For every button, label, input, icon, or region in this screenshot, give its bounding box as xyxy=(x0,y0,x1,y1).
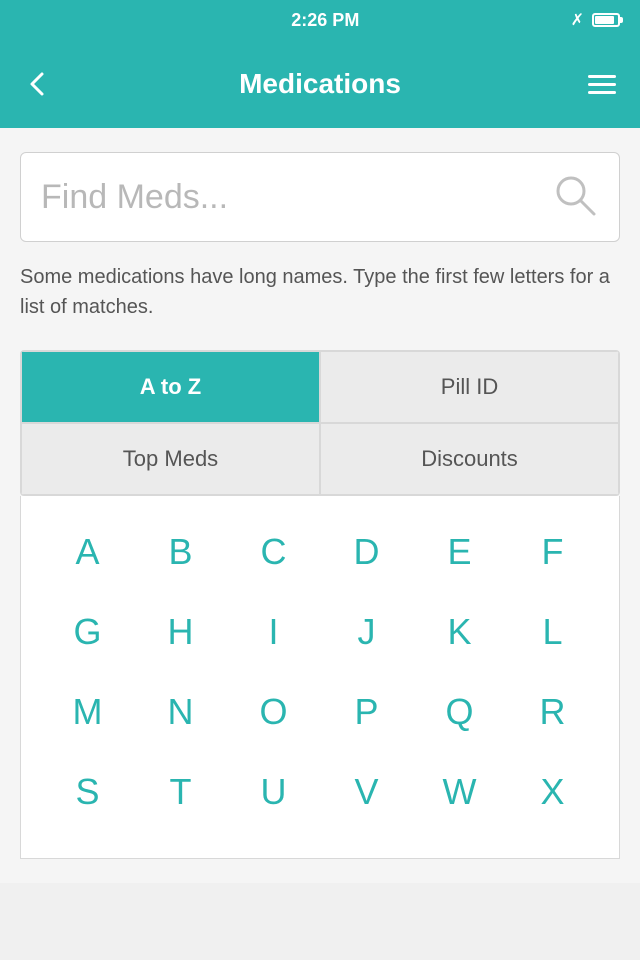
page-title: Medications xyxy=(239,68,401,100)
search-input[interactable] xyxy=(41,178,551,217)
nav-bar: Medications xyxy=(0,40,640,128)
menu-icon-line3 xyxy=(588,91,616,94)
alpha-cell-s[interactable]: S xyxy=(41,766,134,818)
alpha-cell-b[interactable]: B xyxy=(134,526,227,578)
alpha-cell-h[interactable]: H xyxy=(134,606,227,658)
tab-discounts[interactable]: Discounts xyxy=(320,423,619,495)
alpha-cell-u[interactable]: U xyxy=(227,766,320,818)
tab-top-meds[interactable]: Top Meds xyxy=(21,423,320,495)
alpha-cell-q[interactable]: Q xyxy=(413,686,506,738)
alpha-cell-l[interactable]: L xyxy=(506,606,599,658)
menu-button[interactable] xyxy=(588,75,616,94)
menu-icon-line2 xyxy=(588,83,616,86)
alpha-cell-x[interactable]: X xyxy=(506,766,599,818)
main-content: Some medications have long names. Type t… xyxy=(0,128,640,883)
status-icons: ✗ xyxy=(571,10,620,30)
alpha-cell-i[interactable]: I xyxy=(227,606,320,658)
search-hint: Some medications have long names. Type t… xyxy=(20,262,620,322)
alpha-cell-t[interactable]: T xyxy=(134,766,227,818)
search-icon xyxy=(551,171,599,224)
alpha-cell-v[interactable]: V xyxy=(320,766,413,818)
alpha-cell-a[interactable]: A xyxy=(41,526,134,578)
tab-grid: A to Z Pill ID Top Meds Discounts xyxy=(20,350,620,496)
alpha-cell-f[interactable]: F xyxy=(506,526,599,578)
status-time: 2:26 PM xyxy=(80,10,571,31)
alpha-cell-d[interactable]: D xyxy=(320,526,413,578)
menu-icon-line1 xyxy=(588,75,616,78)
alphabet-grid: ABCDEF GHIJKL MNOPQR STUVWX xyxy=(41,526,599,818)
alphabet-container: ABCDEF GHIJKL MNOPQR STUVWX xyxy=(20,496,620,859)
alpha-cell-n[interactable]: N xyxy=(134,686,227,738)
search-container xyxy=(20,152,620,242)
tab-pill-id[interactable]: Pill ID xyxy=(320,351,619,423)
alpha-cell-j[interactable]: J xyxy=(320,606,413,658)
alpha-cell-k[interactable]: K xyxy=(413,606,506,658)
status-bar: 2:26 PM ✗ xyxy=(0,0,640,40)
alpha-cell-m[interactable]: M xyxy=(41,686,134,738)
alpha-cell-w[interactable]: W xyxy=(413,766,506,818)
battery-icon xyxy=(592,13,620,27)
alpha-cell-r[interactable]: R xyxy=(506,686,599,738)
alpha-cell-p[interactable]: P xyxy=(320,686,413,738)
alpha-cell-e[interactable]: E xyxy=(413,526,506,578)
alpha-cell-o[interactable]: O xyxy=(227,686,320,738)
bluetooth-icon: ✗ xyxy=(571,10,584,30)
tab-a-to-z[interactable]: A to Z xyxy=(21,351,320,423)
alpha-cell-g[interactable]: G xyxy=(41,606,134,658)
back-button[interactable] xyxy=(24,70,52,98)
alpha-cell-c[interactable]: C xyxy=(227,526,320,578)
